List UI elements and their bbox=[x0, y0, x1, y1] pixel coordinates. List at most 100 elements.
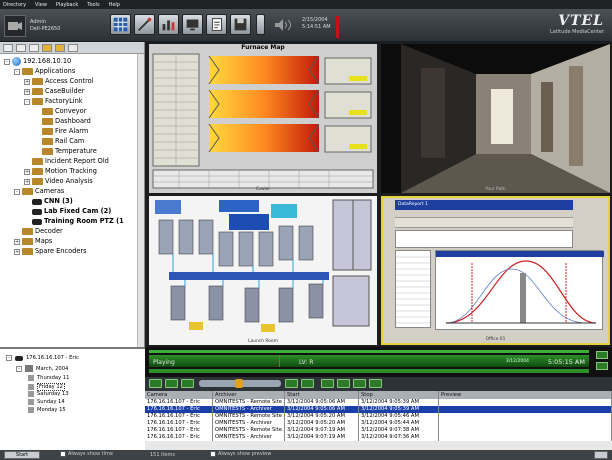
sequence-button[interactable] bbox=[256, 14, 265, 35]
tree-node[interactable]: Lab Fixed Cam (2) bbox=[24, 207, 111, 216]
col-preview[interactable]: Preview bbox=[439, 391, 612, 399]
table-row[interactable]: 176.16.16.107 - Eric OMNITESTS - Remote S… bbox=[145, 399, 612, 406]
pause-button[interactable] bbox=[149, 379, 162, 388]
expand-icon[interactable]: + bbox=[24, 78, 30, 85]
step-back-button[interactable] bbox=[181, 379, 194, 388]
volume-icon[interactable] bbox=[275, 19, 297, 31]
expand-icon[interactable]: + bbox=[24, 168, 30, 175]
user-icon[interactable] bbox=[4, 14, 26, 37]
speed-slider[interactable] bbox=[199, 379, 281, 388]
tree-node[interactable]: + Motion Tracking bbox=[24, 167, 97, 176]
table-cell: 3/12/2004 9:07:36 AM bbox=[359, 434, 439, 441]
menu-help[interactable]: Help bbox=[109, 2, 120, 8]
tree-tool-2[interactable] bbox=[16, 44, 26, 52]
zoom-out-button[interactable] bbox=[596, 362, 608, 370]
tree-scrollbar[interactable] bbox=[137, 54, 144, 347]
day-item[interactable]: Friday 12 bbox=[28, 383, 65, 391]
menu-tools[interactable]: Tools bbox=[87, 2, 99, 8]
expand-icon[interactable]: + bbox=[14, 248, 20, 255]
fast-forward-button[interactable] bbox=[321, 379, 334, 388]
ptz-tool-button[interactable] bbox=[134, 14, 155, 35]
day-item[interactable]: Monday 15 bbox=[28, 407, 66, 413]
tree-tool-4[interactable] bbox=[42, 44, 52, 52]
rewind-button[interactable] bbox=[165, 379, 178, 388]
tree-tool-3[interactable] bbox=[29, 44, 39, 52]
collapse-icon[interactable]: - bbox=[24, 98, 30, 105]
camera-map-button[interactable] bbox=[158, 14, 179, 35]
date-root[interactable]: - 176.16.16.107 - Eric bbox=[6, 355, 79, 361]
live-button[interactable] bbox=[337, 379, 350, 388]
tree-node[interactable]: - Applications bbox=[14, 67, 75, 76]
display-button[interactable] bbox=[182, 14, 203, 35]
tree-node[interactable]: Rail Cam bbox=[34, 137, 84, 146]
expand-icon[interactable]: + bbox=[14, 238, 20, 245]
tree-node[interactable]: + Spare Encoders bbox=[14, 247, 87, 256]
calendar-day-icon bbox=[28, 375, 34, 381]
table-row[interactable]: 176.16.16.107 - Eric OMNITESTS - Archiver… bbox=[145, 420, 612, 427]
tree-tool-6[interactable] bbox=[68, 44, 78, 52]
play-button[interactable] bbox=[301, 379, 314, 388]
always-show-preview[interactable]: Always show preview bbox=[210, 451, 271, 457]
tree-node[interactable]: Decoder bbox=[14, 227, 63, 236]
always-show-preview-checkbox[interactable] bbox=[210, 451, 216, 457]
tree-tool-5[interactable] bbox=[55, 44, 65, 52]
video-tile-furnace[interactable]: Furnace Map Cooler bbox=[149, 44, 377, 193]
tree-node[interactable]: + CaseBuilder bbox=[24, 87, 84, 96]
step-forward-button[interactable] bbox=[285, 379, 298, 388]
day-item[interactable]: Saturday 13 bbox=[28, 391, 69, 397]
collapse-icon[interactable]: - bbox=[14, 188, 20, 195]
table-row[interactable]: 176.16.16.107 - Eric OMNITESTS - Remote S… bbox=[145, 427, 612, 434]
video-tile-hallway[interactable]: Your Path bbox=[381, 44, 610, 193]
day-item[interactable]: Sunday 14 bbox=[28, 399, 65, 405]
col-archiver[interactable]: Archiver bbox=[213, 391, 285, 399]
save-button[interactable] bbox=[230, 14, 251, 35]
expand-icon[interactable]: + bbox=[24, 178, 30, 185]
tree-tool-1[interactable] bbox=[3, 44, 13, 52]
tree-node[interactable]: Incident Report Old bbox=[24, 157, 109, 166]
tree-node[interactable]: Temperature bbox=[34, 147, 97, 156]
timeline-track bbox=[149, 350, 589, 353]
table-row[interactable]: 176.16.16.107 - Eric OMNITESTS - Archiver… bbox=[145, 406, 612, 413]
timeline[interactable]: Playing LV: R 3/12/2004 5:05:15 AM bbox=[145, 347, 612, 377]
menu-directory[interactable]: Directory bbox=[3, 2, 26, 8]
video-tile-office[interactable]: DataReport 1 Office 01 bbox=[381, 196, 610, 345]
tree-node[interactable]: + Maps bbox=[14, 237, 52, 246]
collapse-icon[interactable]: - bbox=[16, 365, 22, 372]
tree-node[interactable]: - 192.168.10.10 bbox=[4, 57, 71, 66]
always-show-time-checkbox[interactable] bbox=[60, 451, 66, 457]
timeline-bar[interactable]: Playing LV: R 3/12/2004 5:05:15 AM bbox=[149, 355, 589, 367]
table-row[interactable]: 176.16.16.107 - Eric OMNITESTS - Remote S… bbox=[145, 413, 612, 420]
tree-node[interactable]: + Access Control bbox=[24, 77, 94, 86]
always-show-time[interactable]: Always show time bbox=[60, 451, 113, 457]
zoom-in-button[interactable] bbox=[596, 351, 608, 359]
tree-node[interactable]: - Cameras bbox=[14, 187, 64, 196]
menu-view[interactable]: View bbox=[35, 2, 47, 8]
col-camera[interactable]: Camera bbox=[145, 391, 213, 399]
month-node[interactable]: - March, 2004 bbox=[16, 365, 68, 372]
settings-button[interactable] bbox=[594, 451, 608, 459]
tree-node[interactable]: CNN (3) bbox=[24, 197, 73, 206]
layout-grid-button[interactable] bbox=[110, 14, 131, 35]
col-start[interactable]: Start bbox=[285, 391, 359, 399]
snapshot-button[interactable] bbox=[369, 379, 382, 388]
day-item[interactable]: Thursday 11 bbox=[28, 375, 69, 381]
table-row[interactable]: 176.16.16.107 - Eric OMNITESTS - Archiver… bbox=[145, 434, 612, 441]
speed-slider-thumb[interactable] bbox=[235, 379, 243, 388]
tree-node[interactable]: Training Room PTZ (1 bbox=[24, 217, 124, 226]
start-button[interactable]: Start bbox=[4, 451, 40, 459]
video-tile-schematic[interactable]: Launch Room bbox=[149, 196, 377, 345]
tree-node[interactable]: Dashboard bbox=[34, 117, 91, 126]
col-stop[interactable]: Stop bbox=[359, 391, 439, 399]
collapse-icon[interactable]: - bbox=[6, 355, 12, 361]
tree-node[interactable]: Conveyor bbox=[34, 107, 86, 116]
tree-node[interactable]: Fire Alarm bbox=[34, 127, 88, 136]
tree-node[interactable]: - FactoryLink bbox=[24, 97, 83, 106]
expand-icon[interactable]: + bbox=[24, 88, 30, 95]
menu-playback[interactable]: Playback bbox=[56, 2, 78, 8]
tree-node[interactable]: + Video Analysis bbox=[24, 177, 93, 186]
playhead[interactable] bbox=[279, 355, 280, 367]
export-button[interactable] bbox=[353, 379, 366, 388]
collapse-icon[interactable]: - bbox=[14, 68, 20, 75]
collapse-icon[interactable]: - bbox=[4, 58, 10, 65]
document-button[interactable] bbox=[206, 14, 227, 35]
